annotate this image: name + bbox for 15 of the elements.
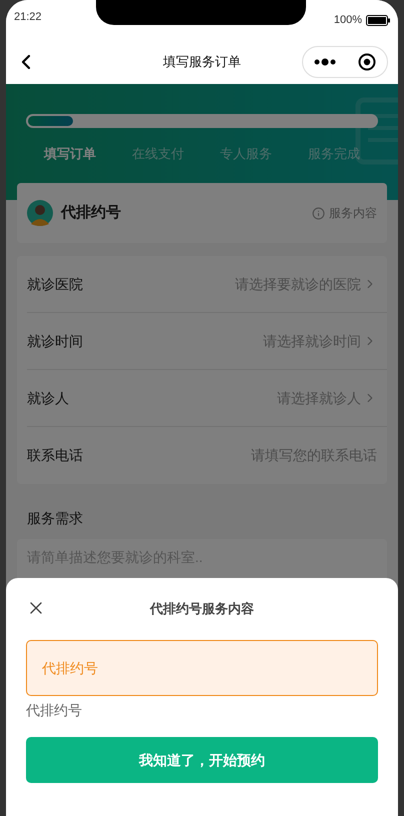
step-label: 在线支付 (132, 145, 184, 163)
battery-level: 100% (334, 13, 362, 28)
form-label: 联系电话 (27, 446, 83, 465)
status-time: 21:22 (14, 10, 42, 25)
page-title: 填写服务订单 (163, 53, 241, 72)
sheet-title: 代排约号服务内容 (150, 600, 254, 618)
form-label: 就诊时间 (27, 332, 83, 350)
form-label: 就诊医院 (27, 274, 83, 294)
step-label: 填写订单 (44, 145, 96, 163)
service-name: 代排约号 (61, 202, 121, 223)
step-label: 专人服务 (220, 145, 272, 163)
form-label: 就诊人 (27, 388, 69, 408)
step-label: 服务完成 (308, 145, 360, 163)
option-description: 代排约号 (26, 701, 83, 720)
section-label: 服务需求 (26, 509, 84, 528)
